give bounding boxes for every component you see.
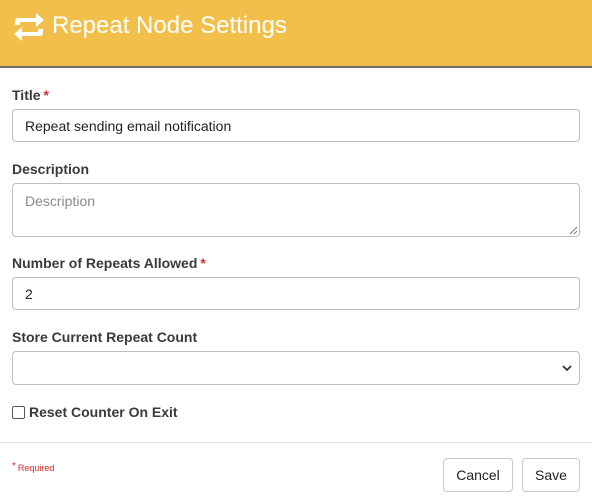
store-count-select[interactable] [12, 351, 580, 385]
required-note-star: * [12, 461, 16, 472]
repeats-input-value: 2 [25, 285, 33, 302]
required-marker: * [200, 255, 206, 271]
repeat-arrows-icon [14, 13, 44, 41]
description-textarea[interactable]: Description [12, 183, 580, 237]
repeats-label-text: Number of Repeats Allowed [12, 255, 198, 271]
reset-counter-label[interactable]: Reset Counter On Exit [29, 404, 178, 420]
footer-divider [0, 442, 592, 443]
resize-grip-icon[interactable] [569, 226, 577, 234]
description-placeholder: Description [25, 193, 96, 209]
reset-counter-checkbox[interactable] [12, 405, 25, 419]
required-note: * Required [12, 461, 55, 474]
title-input[interactable]: Repeat sending email notification [12, 109, 580, 142]
title-input-value: Repeat sending email notification [25, 117, 232, 134]
repeats-label: Number of Repeats Allowed * [12, 255, 206, 271]
title-label-text: Title [12, 87, 41, 103]
required-note-text: Required [17, 463, 55, 473]
required-marker: * [43, 87, 49, 103]
store-count-label: Store Current Repeat Count [12, 329, 198, 345]
description-label: Description [12, 161, 90, 177]
reset-counter-row[interactable]: Reset Counter On Exit [12, 404, 178, 420]
dialog-title: Repeat Node Settings [52, 12, 287, 39]
chevron-down-icon [562, 365, 572, 372]
dialog-header: Repeat Node Settings [0, 0, 592, 68]
save-button[interactable]: Save [522, 458, 580, 492]
title-label: Title * [12, 87, 49, 103]
repeats-input[interactable]: 2 [12, 277, 580, 310]
cancel-button[interactable]: Cancel [443, 458, 513, 492]
